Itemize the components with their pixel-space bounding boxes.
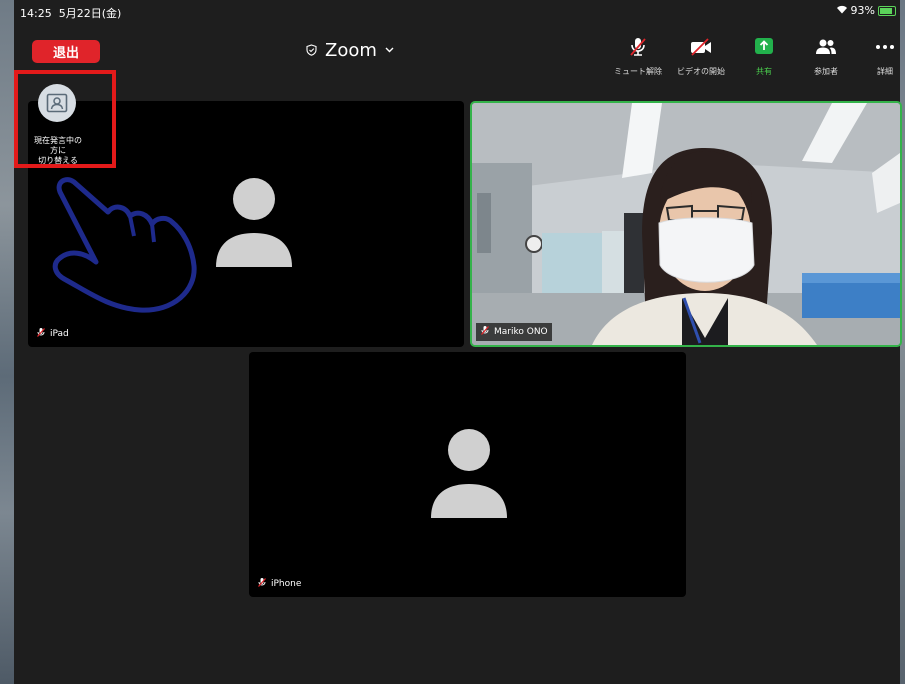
- more-dots-icon: [874, 36, 896, 62]
- background-right-edge: [900, 0, 905, 684]
- meeting-title[interactable]: Zoom: [306, 38, 394, 62]
- video-camera-off-icon: [688, 36, 714, 62]
- start-video-label: ビデオの開始: [677, 67, 725, 76]
- more-button[interactable]: 詳細: [854, 36, 905, 77]
- unmute-label: ミュート解除: [614, 67, 662, 76]
- microphone-muted-icon: [480, 325, 490, 339]
- status-time-date: 14:25 5月22日(金): [20, 7, 122, 20]
- name-tag: Mariko ONO: [476, 323, 552, 341]
- highlight-box: [14, 70, 116, 168]
- shield-icon: [306, 44, 317, 56]
- participant-name: Mariko ONO: [494, 327, 548, 337]
- participants-icon: [814, 36, 838, 62]
- participant-video-feed: [472, 103, 900, 345]
- participant-name: iPhone: [271, 579, 302, 589]
- status-bar: 14:25 5月22日(金) 93%: [14, 0, 900, 22]
- start-video-button[interactable]: ビデオの開始: [670, 36, 732, 77]
- pointing-hand-icon: [52, 177, 197, 313]
- more-label: 詳細: [877, 67, 893, 76]
- share-button[interactable]: 共有: [733, 36, 795, 77]
- video-tile-mariko-ono[interactable]: Mariko ONO: [472, 103, 900, 345]
- avatar-placeholder-icon: [431, 429, 507, 518]
- name-tag: iPad: [32, 325, 73, 343]
- participants-label: 参加者: [814, 67, 838, 76]
- battery-icon: [878, 5, 896, 16]
- chevron-down-icon: [385, 47, 394, 53]
- share-label: 共有: [756, 67, 772, 76]
- microphone-muted-icon: [628, 36, 648, 62]
- microphone-muted-icon: [36, 327, 46, 341]
- video-tile-iphone[interactable]: iPhone: [249, 352, 686, 597]
- zoom-app: 14:25 5月22日(金) 93% 退出 Zoom ミュート解除 ビデオの開始…: [14, 0, 900, 684]
- wifi-icon: [836, 4, 848, 17]
- share-arrow-icon: [753, 36, 775, 62]
- status-right: 93%: [836, 4, 896, 17]
- name-tag: iPhone: [253, 575, 305, 593]
- microphone-muted-icon: [257, 577, 267, 591]
- participant-name: iPad: [50, 329, 69, 339]
- battery-percent: 93%: [850, 4, 875, 17]
- meeting-title-text: Zoom: [325, 39, 377, 61]
- background-left-edge: [0, 0, 14, 684]
- exit-button[interactable]: 退出: [32, 40, 100, 63]
- avatar-placeholder-icon: [216, 178, 292, 267]
- unmute-button[interactable]: ミュート解除: [607, 36, 669, 77]
- participants-button[interactable]: 参加者: [795, 36, 857, 77]
